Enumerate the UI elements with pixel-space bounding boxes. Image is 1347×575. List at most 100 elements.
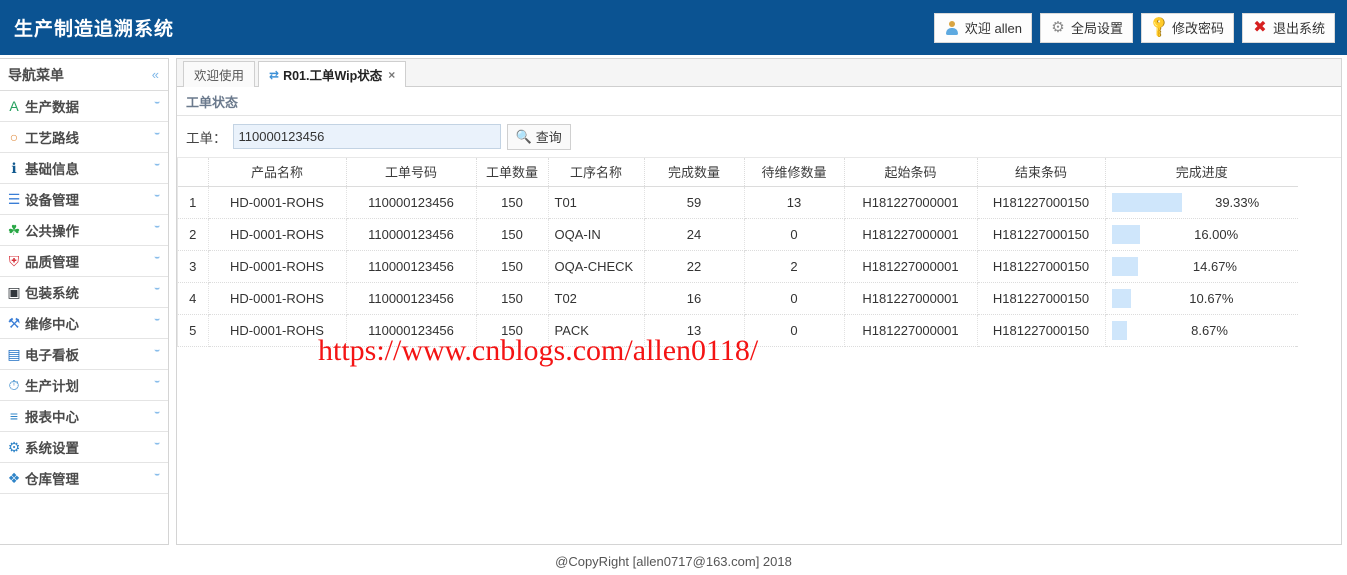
chevron-down-icon[interactable]: ˇˇ: [154, 471, 157, 486]
sidebar-item-label: 品质管理: [25, 251, 79, 271]
data-grid: 产品名称 工单号码 工单数量 工序名称 完成数量 待维修数量 起始条码 结束条码…: [177, 158, 1297, 347]
sidebar-item-13[interactable]: ❖ 仓库管理 ˇˇ: [0, 463, 168, 494]
sidebar-item-label: 公共操作: [25, 220, 79, 240]
chevron-down-icon[interactable]: ˇˇ: [154, 254, 157, 269]
col-process-name[interactable]: 工序名称: [548, 158, 644, 186]
cell-product-name: HD-0001-ROHS: [208, 186, 346, 218]
query-button[interactable]: 🔍 查询: [507, 124, 571, 150]
sidebar-item-label: 工艺路线: [25, 127, 79, 147]
collapse-sidebar-icon[interactable]: «: [152, 67, 157, 82]
cell-done-qty: 22: [644, 250, 744, 282]
table-row[interactable]: 4 HD-0001-ROHS 110000123456 150 T02 16 0 H18122…: [178, 282, 1298, 314]
sidebar-item-3[interactable]: ℹ 基础信息 ˇˇ: [0, 153, 168, 184]
cell-index: 5: [178, 314, 208, 346]
col-product-name[interactable]: 产品名称: [208, 158, 346, 186]
cell-start-barcode: H181227000001: [844, 314, 977, 346]
sidebar-item-11[interactable]: ≡ 报表中心 ˇˇ: [0, 401, 168, 432]
sidebar-item-8[interactable]: ⚒ 维修中心 ˇˇ: [0, 308, 168, 339]
sidebar-item-9[interactable]: ▤ 电子看板 ˇˇ: [0, 339, 168, 370]
cell-repair-qty: 0: [744, 282, 844, 314]
tab-close-icon[interactable]: ×: [388, 68, 395, 82]
chevron-down-icon[interactable]: ˇˇ: [154, 440, 157, 455]
col-progress[interactable]: 完成进度: [1105, 158, 1298, 186]
sidebar-item-label: 报表中心: [25, 406, 79, 426]
logout-label: 退出系统: [1273, 18, 1325, 37]
chevron-down-icon[interactable]: ˇˇ: [154, 378, 157, 393]
table-row[interactable]: 1 HD-0001-ROHS 110000123456 150 T01 59 13 H1812…: [178, 186, 1298, 218]
tab-welcome-label: 欢迎使用: [194, 65, 244, 84]
chevron-down-icon[interactable]: ˇˇ: [154, 130, 157, 145]
sidebar-item-content: ≡ 报表中心: [6, 406, 79, 426]
sidebar-item-label: 仓库管理: [25, 468, 79, 488]
sidebar-item-1[interactable]: ὜A 生产数据 ˇˇ: [0, 91, 168, 122]
sidebar-header: 导航菜单 «: [0, 59, 168, 91]
chevron-down-icon[interactable]: ˇˇ: [154, 409, 157, 424]
cell-work-order: 110000123456: [346, 282, 476, 314]
sidebar-item-7[interactable]: ▣ 包装系统 ˇˇ: [0, 277, 168, 308]
cell-work-order: 110000123456: [346, 186, 476, 218]
chevron-down-icon[interactable]: ˇˇ: [154, 347, 157, 362]
table-row[interactable]: 2 HD-0001-ROHS 110000123456 150 OQA-IN 24 0 H18…: [178, 218, 1298, 250]
chevron-down-icon[interactable]: ˇˇ: [154, 316, 157, 331]
header-button-group: 欢迎 allen ⚙ 全局设置 🔑 修改密码 ✖ 退出系统: [934, 13, 1347, 43]
chevron-down-icon[interactable]: ˇˇ: [154, 223, 157, 238]
sidebar-item-content: ☘ 公共操作: [6, 220, 79, 240]
chevron-down-icon[interactable]: ˇˇ: [154, 192, 157, 207]
welcome-user-label: 欢迎 allen: [965, 18, 1022, 37]
sidebar-item-5[interactable]: ☘ 公共操作 ˇˇ: [0, 215, 168, 246]
monitor-icon: ▤: [6, 346, 22, 362]
package-save-icon: ▣: [6, 284, 22, 300]
cell-process-name: PACK: [548, 314, 644, 346]
cell-index: 3: [178, 250, 208, 282]
chevron-down-icon[interactable]: ˇˇ: [154, 285, 157, 300]
progress-bar-fill: [1112, 321, 1128, 340]
cell-process-name: T02: [548, 282, 644, 314]
col-work-order-qty[interactable]: 工单数量: [476, 158, 548, 186]
sidebar-item-content: ❖ 仓库管理: [6, 468, 79, 488]
change-password-label: 修改密码: [1172, 18, 1224, 37]
chevron-down-icon[interactable]: ˇˇ: [154, 99, 157, 114]
sidebar-item-label: 生产数据: [25, 96, 79, 116]
global-settings-button[interactable]: ⚙ 全局设置: [1040, 13, 1133, 43]
shield-icon: ⛨: [6, 253, 22, 269]
global-settings-label: 全局设置: [1071, 18, 1123, 37]
progress-value-label: 16.00%: [1140, 227, 1292, 242]
cell-end-barcode: H181227000150: [977, 186, 1105, 218]
change-password-button[interactable]: 🔑 修改密码: [1141, 13, 1234, 43]
sidebar-item-2[interactable]: ○ 工艺路线 ˇˇ: [0, 122, 168, 153]
col-end-barcode[interactable]: 结束条码: [977, 158, 1105, 186]
cell-product-name: HD-0001-ROHS: [208, 218, 346, 250]
work-order-input[interactable]: [233, 124, 501, 149]
logout-button[interactable]: ✖ 退出系统: [1242, 13, 1335, 43]
device-list-icon: ☰: [6, 191, 22, 207]
tab-wo-wip-status-label: R01.工单Wip状态: [283, 65, 382, 84]
query-button-label: 查询: [536, 127, 562, 146]
col-done-qty[interactable]: 完成数量: [644, 158, 744, 186]
welcome-user-button[interactable]: 欢迎 allen: [934, 13, 1032, 43]
chevron-down-icon[interactable]: ˇˇ: [154, 161, 157, 176]
tab-wo-wip-status[interactable]: ⇄ R01.工单Wip状态 ×: [258, 61, 406, 87]
sidebar-item-12[interactable]: ⚙ 系统设置 ˇˇ: [0, 432, 168, 463]
sidebar-item-content: ⛨ 品质管理: [6, 251, 79, 271]
cell-progress: 39.33%: [1105, 186, 1298, 218]
tab-welcome[interactable]: 欢迎使用: [183, 61, 255, 87]
cell-end-barcode: H181227000150: [977, 282, 1105, 314]
col-repair-qty[interactable]: 待维修数量: [744, 158, 844, 186]
sidebar-item-content: ⏱ 生产计划: [6, 375, 79, 395]
progress-bar-container: 8.67%: [1112, 315, 1293, 345]
progress-bar-fill: [1112, 193, 1183, 212]
col-work-order[interactable]: 工单号码: [346, 158, 476, 186]
sidebar-item-6[interactable]: ⛨ 品质管理 ˇˇ: [0, 246, 168, 277]
table-row[interactable]: 3 HD-0001-ROHS 110000123456 150 OQA-CHECK 22 2…: [178, 250, 1298, 282]
sidebar-item-10[interactable]: ⏱ 生产计划 ˇˇ: [0, 370, 168, 401]
cell-repair-qty: 0: [744, 314, 844, 346]
table-row[interactable]: 5 HD-0001-ROHS 110000123456 150 PACK 13 0 H1812…: [178, 314, 1298, 346]
col-start-barcode[interactable]: 起始条码: [844, 158, 977, 186]
sidebar-item-label: 基础信息: [25, 158, 79, 178]
progress-value-label: 8.67%: [1127, 323, 1292, 338]
cell-process-name: OQA-CHECK: [548, 250, 644, 282]
sidebar-item-4[interactable]: ☰ 设备管理 ˇˇ: [0, 184, 168, 215]
cell-start-barcode: H181227000001: [844, 250, 977, 282]
work-order-label: 工单：: [186, 127, 227, 147]
progress-value-label: 14.67%: [1138, 259, 1292, 274]
